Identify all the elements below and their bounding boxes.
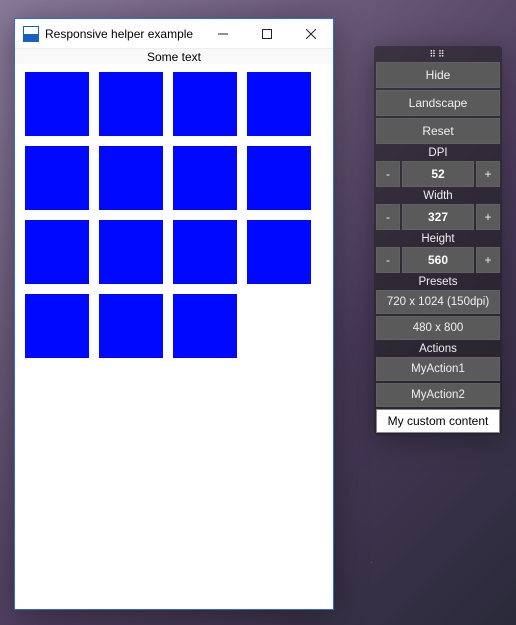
custom-content-button[interactable]: My custom content — [376, 409, 500, 433]
grid-cell — [247, 220, 311, 284]
preset-button[interactable]: 720 x 1024 (150dpi) — [376, 290, 500, 314]
dpi-minus-button[interactable]: - — [376, 161, 400, 187]
grid-cell — [25, 220, 89, 284]
header-text: Some text — [15, 49, 333, 64]
drag-handle-icon[interactable]: ⠿⠿ — [376, 48, 500, 60]
grid-cell — [25, 72, 89, 136]
helper-panel: ⠿⠿ Hide Landscape Reset DPI - 52 + Width… — [374, 46, 502, 435]
grid-cell — [173, 72, 237, 136]
grid-cell — [247, 146, 311, 210]
preset-button[interactable]: 480 x 800 — [376, 316, 500, 340]
width-minus-button[interactable]: - — [376, 204, 400, 230]
grid-cell — [99, 72, 163, 136]
height-label: Height — [376, 232, 500, 245]
grid — [15, 64, 333, 366]
height-value[interactable]: 560 — [402, 247, 474, 273]
window-title: Responsive helper example — [45, 27, 193, 41]
grid-cell — [99, 220, 163, 284]
grid-cell — [173, 294, 237, 358]
dpi-plus-button[interactable]: + — [476, 161, 500, 187]
width-stepper: - 327 + — [376, 204, 500, 230]
grid-cell — [25, 294, 89, 358]
height-stepper: - 560 + — [376, 247, 500, 273]
dpi-value[interactable]: 52 — [402, 161, 474, 187]
reset-button[interactable]: Reset — [376, 118, 500, 144]
height-plus-button[interactable]: + — [476, 247, 500, 273]
hide-button[interactable]: Hide — [376, 62, 500, 88]
minimize-button[interactable] — [201, 19, 245, 49]
app-window: Responsive helper example Some text — [14, 18, 334, 610]
app-icon — [23, 26, 39, 42]
actions-label: Actions — [376, 342, 500, 355]
action-button[interactable]: MyAction2 — [376, 383, 500, 407]
client-area: Some text — [15, 49, 333, 609]
width-plus-button[interactable]: + — [476, 204, 500, 230]
grid-cell — [173, 146, 237, 210]
maximize-button[interactable] — [245, 19, 289, 49]
titlebar[interactable]: Responsive helper example — [15, 19, 333, 49]
dpi-stepper: - 52 + — [376, 161, 500, 187]
grid-cell — [247, 72, 311, 136]
grid-cell — [173, 220, 237, 284]
close-button[interactable] — [289, 19, 333, 49]
presets-label: Presets — [376, 275, 500, 288]
grid-cell — [99, 294, 163, 358]
width-value[interactable]: 327 — [402, 204, 474, 230]
width-label: Width — [376, 189, 500, 202]
grid-cell — [99, 146, 163, 210]
action-button[interactable]: MyAction1 — [376, 357, 500, 381]
landscape-button[interactable]: Landscape — [376, 90, 500, 116]
grid-cell — [25, 146, 89, 210]
height-minus-button[interactable]: - — [376, 247, 400, 273]
dpi-label: DPI — [376, 146, 500, 159]
